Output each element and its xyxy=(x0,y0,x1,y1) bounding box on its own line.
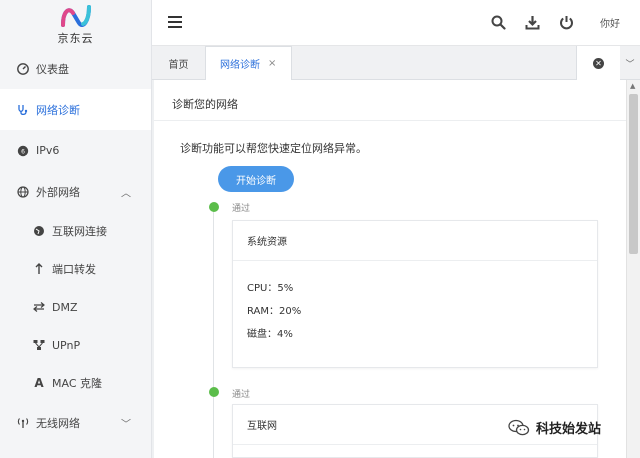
sidebar-item-label: UPnP xyxy=(52,338,81,352)
timeline-line xyxy=(213,208,214,458)
watermark: 科技始发站 xyxy=(508,418,601,437)
sidebar-item-mac-clone[interactable]: A MAC 克隆 xyxy=(0,364,151,402)
sidebar-item-label: 网络诊断 xyxy=(36,103,80,117)
watermark-text: 科技始发站 xyxy=(536,422,602,437)
letter-a-icon: A xyxy=(34,376,44,390)
sidebar-item-dmz[interactable]: DMZ xyxy=(0,288,151,326)
wifi-icon xyxy=(16,416,30,430)
sidebar-item-label: 无线网络 xyxy=(36,416,80,430)
scroll-thumb[interactable] xyxy=(629,94,638,254)
card-body: CPU：5% RAM：20% 磁盘：4% xyxy=(233,261,597,362)
scroll-up-icon[interactable]: ▲ xyxy=(630,82,635,90)
status-dot xyxy=(209,387,219,397)
sidebar-item-dashboard[interactable]: 仪表盘 xyxy=(0,48,151,89)
tab-network-diagnosis[interactable]: 网络诊断 × xyxy=(206,46,292,80)
tab-home[interactable]: 首页 xyxy=(152,46,206,80)
chevron-up-icon[interactable]: ︿ xyxy=(121,184,131,199)
close-icon[interactable]: × xyxy=(268,58,276,69)
search-icon[interactable] xyxy=(490,14,506,30)
swap-icon xyxy=(32,300,46,314)
scrollbar[interactable]: ▲ xyxy=(626,80,640,458)
power-icon[interactable] xyxy=(558,14,574,30)
sidebar-item-label: IPv6 xyxy=(36,144,60,157)
sidebar-item-internet-connection[interactable]: 互联网连接 xyxy=(0,212,151,250)
status-dot xyxy=(209,202,219,212)
gauge-icon xyxy=(16,62,30,76)
sidebar-item-ipv6[interactable]: 6 IPv6 xyxy=(0,130,151,171)
tab-bar: 首页 网络诊断 × ✕ ﹀ xyxy=(152,46,640,80)
sidebar-item-wireless-network[interactable]: 无线网络 ﹀ xyxy=(0,402,151,443)
step-status: 通过 xyxy=(232,390,251,400)
globe-icon xyxy=(16,185,30,199)
tab-label: 网络诊断 xyxy=(220,60,260,71)
download-icon[interactable] xyxy=(524,14,540,30)
internet-icon xyxy=(32,224,46,238)
sidebar-item-label: 外部网络 xyxy=(36,185,80,199)
step-status: 通过 xyxy=(232,204,251,214)
disk-usage: 磁盘：4% xyxy=(247,329,293,340)
sidebar-item-upnp[interactable]: UPnP xyxy=(0,326,151,364)
stethoscope-icon xyxy=(16,103,30,117)
logo-text: 京东云 xyxy=(57,31,94,45)
divider xyxy=(154,120,626,121)
sidebar-item-label: 互联网连接 xyxy=(52,225,107,238)
cpu-usage: CPU：5% xyxy=(247,283,294,294)
start-diagnosis-button[interactable]: 开始诊断 xyxy=(218,166,294,192)
close-circle-icon: ✕ xyxy=(593,57,604,69)
page-description: 诊断功能可以帮您快速定位网络异常。 xyxy=(180,142,367,155)
step-card-system-resources: 系统资源 CPU：5% RAM：20% 磁盘：4% xyxy=(232,220,598,368)
page-title: 诊断您的网络 xyxy=(172,98,238,111)
tab-label: 首页 xyxy=(168,59,189,71)
menu-toggle-icon[interactable] xyxy=(168,16,182,28)
network-icon xyxy=(32,338,46,352)
sidebar-item-label: 端口转发 xyxy=(52,263,96,276)
chevron-down-icon[interactable]: ﹀ xyxy=(620,46,640,80)
sidebar-item-external-network[interactable]: 外部网络 ︿ xyxy=(0,171,151,212)
arrow-up-icon xyxy=(32,262,46,276)
sidebar-item-port-forwarding[interactable]: 端口转发 xyxy=(0,250,151,288)
wechat-icon xyxy=(508,419,530,435)
top-header: 你好 xyxy=(152,0,640,46)
main-panel: 诊断您的网络 诊断功能可以帮您快速定位网络异常。 开始诊断 通过 系统资源 CP… xyxy=(154,80,626,458)
svg-text:6: 6 xyxy=(21,148,25,155)
card-title: 系统资源 xyxy=(233,221,597,261)
chevron-down-icon[interactable]: ﹀ xyxy=(121,415,131,430)
jdcloud-logo-icon xyxy=(60,4,91,27)
sidebar-item-label: 仪表盘 xyxy=(36,62,69,76)
ipv6-icon: 6 xyxy=(16,144,30,158)
sidebar-item-label: DMZ xyxy=(52,300,78,314)
ram-usage: RAM：20% xyxy=(247,306,302,317)
user-greeting[interactable]: 你好 xyxy=(600,15,620,30)
close-all-tabs-button[interactable]: ✕ xyxy=(576,46,620,80)
sidebar-item-label: MAC 克隆 xyxy=(52,377,102,390)
logo[interactable]: 京东云 xyxy=(0,0,151,48)
sidebar-item-network-diagnosis[interactable]: 网络诊断 xyxy=(0,89,151,130)
sidebar: 京东云 仪表盘 网络诊断 6 IPv6 外部网络 ︿ 互联网连接 端口转发 DM… xyxy=(0,0,152,458)
